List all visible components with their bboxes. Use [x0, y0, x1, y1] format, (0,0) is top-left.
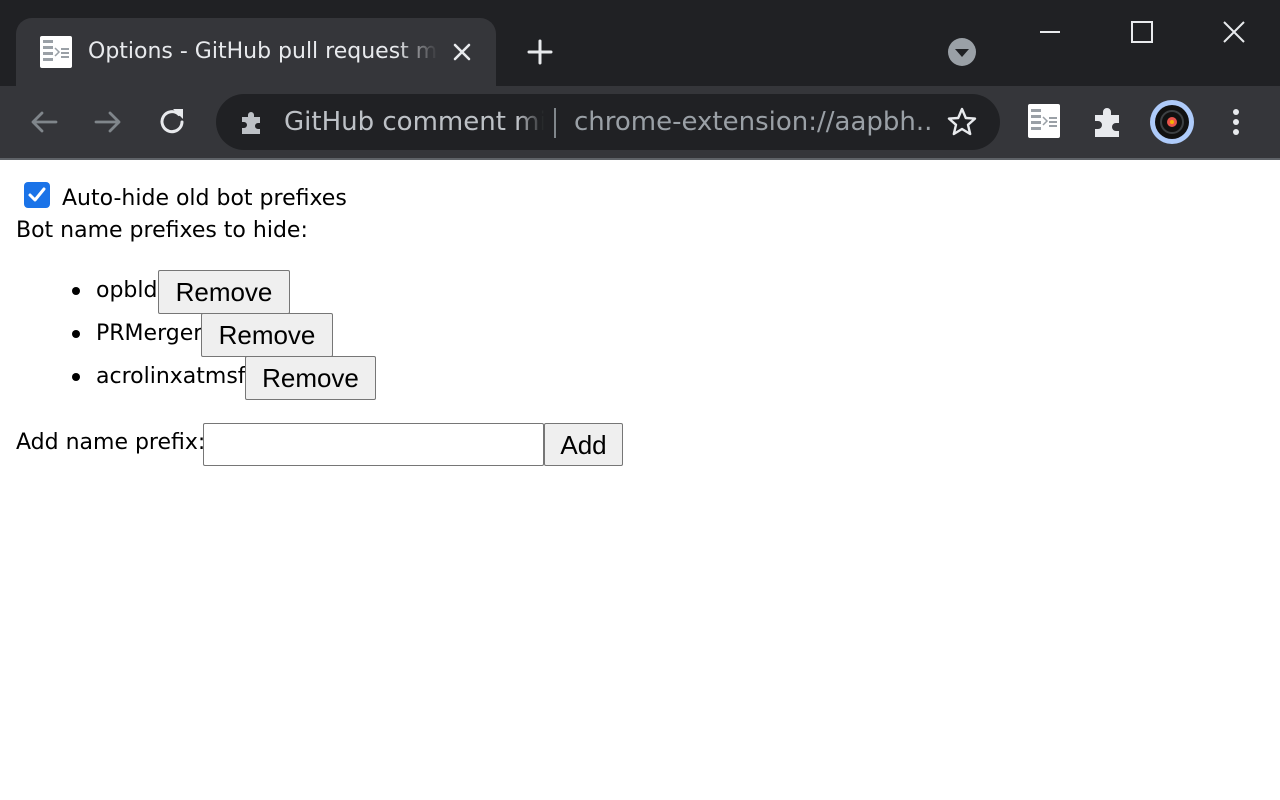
maximize-icon[interactable] [1122, 14, 1162, 50]
remove-button[interactable]: Remove [158, 270, 290, 314]
kebab-menu-icon[interactable] [1222, 104, 1250, 140]
forward-arrow-icon[interactable] [90, 104, 126, 140]
bullet [72, 287, 80, 295]
minimize-icon[interactable] [1030, 14, 1070, 50]
browser-toolbar: GitHub comment minimizer chrome-extensio… [0, 86, 1280, 158]
prefixes-heading: Bot name prefixes to hide: [16, 218, 308, 243]
omnibox-url[interactable]: chrome-extension://aapbh... [574, 104, 934, 140]
close-icon[interactable] [448, 38, 476, 66]
options-page: Auto-hide old bot prefixes Bot name pref… [0, 160, 1280, 800]
remove-button[interactable]: Remove [245, 356, 376, 400]
back-arrow-icon[interactable] [26, 104, 62, 140]
avatar[interactable] [1150, 100, 1194, 144]
bullet [72, 330, 80, 338]
address-bar[interactable]: GitHub comment minimizer chrome-extensio… [216, 94, 1000, 150]
tab-search-icon[interactable] [946, 36, 978, 68]
active-tab[interactable]: Options - GitHub pull request minimizer [16, 18, 496, 86]
window-close-icon[interactable] [1214, 14, 1254, 50]
add-prefix-label: Add name prefix: [16, 430, 206, 455]
extension-icon[interactable] [1028, 104, 1060, 138]
prefix-name: acrolinxatmsft [96, 364, 254, 389]
puzzle-icon[interactable] [238, 108, 266, 136]
plus-icon[interactable] [522, 34, 558, 70]
tab-title: Options - GitHub pull request minimizer [88, 39, 438, 64]
remove-button[interactable]: Remove [201, 313, 333, 357]
prefix-name: opbld [96, 278, 158, 303]
reload-icon[interactable] [154, 104, 190, 140]
bullet [72, 373, 80, 381]
autohide-label[interactable]: Auto-hide old bot prefixes [62, 184, 347, 214]
extension-favicon-icon [40, 36, 72, 68]
autohide-checkbox[interactable] [24, 182, 50, 208]
prefix-input[interactable] [203, 423, 544, 466]
extensions-puzzle-icon[interactable] [1090, 104, 1126, 140]
browser-titlebar: Options - GitHub pull request minimizer [0, 0, 1280, 86]
add-button[interactable]: Add [544, 423, 623, 466]
omnibox-site-name: GitHub comment minimizer [284, 107, 544, 137]
omnibox-separator [554, 108, 556, 138]
star-icon[interactable] [946, 106, 978, 138]
prefix-name: PRMerger [96, 321, 203, 346]
